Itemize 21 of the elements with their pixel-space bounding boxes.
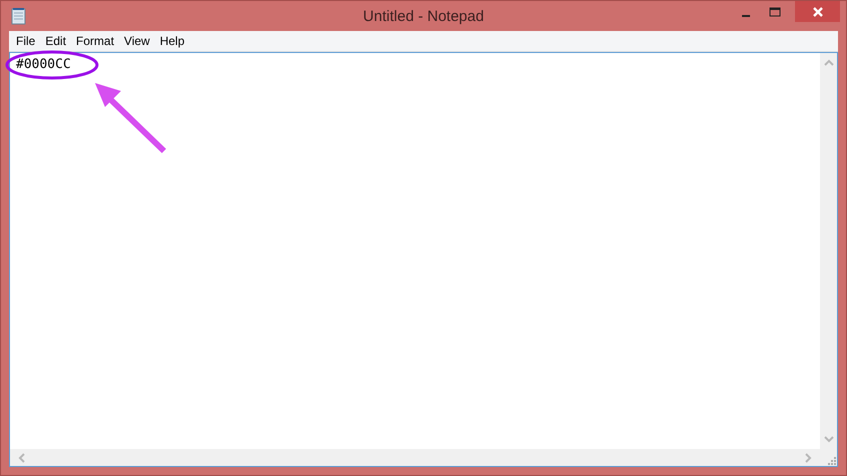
scroll-up-icon[interactable] <box>824 59 834 66</box>
vertical-scrollbar[interactable] <box>820 53 837 449</box>
menu-item[interactable]: Edit <box>40 34 72 48</box>
scroll-left-icon[interactable] <box>18 452 25 462</box>
horizontal-scrollbar[interactable] <box>10 449 820 466</box>
notepad-icon <box>11 7 27 25</box>
scroll-down-icon[interactable] <box>824 436 834 443</box>
menu-item[interactable]: Help <box>154 34 190 48</box>
menu-item[interactable]: Format <box>71 34 120 48</box>
maximize-icon <box>768 6 780 16</box>
window-title: Untitled - Notepad <box>363 8 484 25</box>
menu-item[interactable]: View <box>119 34 155 48</box>
resize-grip-icon[interactable] <box>827 456 837 466</box>
text-area[interactable]: #0000CC <box>9 52 838 467</box>
close-button[interactable] <box>795 1 840 22</box>
editor-text: #0000CC <box>16 57 71 72</box>
minimize-icon <box>742 14 750 16</box>
scroll-right-icon[interactable] <box>805 452 812 462</box>
menu-item[interactable]: File <box>11 34 40 48</box>
pointer-arrow <box>95 83 166 154</box>
close-icon <box>812 6 824 18</box>
